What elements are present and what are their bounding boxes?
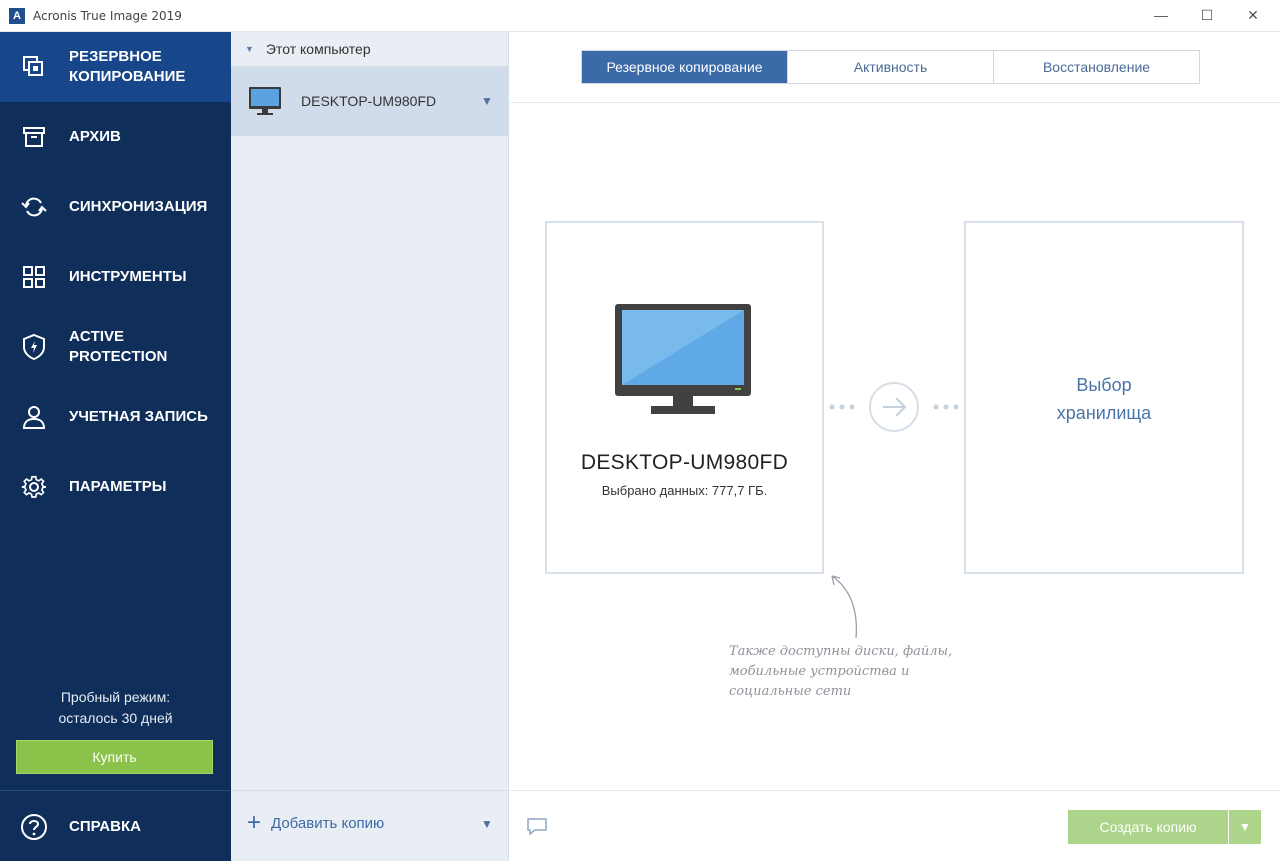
sidebar-item-label: PROTECTION <box>69 348 168 365</box>
sidebar-item-label: ИНСТРУМЕНТЫ <box>69 268 187 285</box>
backup-icon <box>20 53 48 81</box>
sync-icon <box>20 193 48 221</box>
gear-icon <box>20 473 48 501</box>
divider <box>0 790 231 791</box>
computer-name: DESKTOP-UM980FD <box>301 93 437 109</box>
backup-list-panel: ▼ Этот компьютер DESKTOP-UM980FD ▼ + Доб… <box>231 32 509 861</box>
trial-days: осталось 30 дней <box>58 710 173 726</box>
help-icon <box>20 813 48 841</box>
title-bar: A Acronis True Image 2019 — ☐ ✕ <box>0 0 1280 32</box>
sidebar-item-settings[interactable]: ПАРАМЕТРЫ <box>0 452 231 522</box>
tab-backup[interactable]: Резервное копирование <box>582 51 787 83</box>
sidebar-item-tools[interactable]: ИНСТРУМЕНТЫ <box>0 242 231 312</box>
divider <box>510 102 1280 103</box>
shield-icon <box>20 333 48 361</box>
window-title: Acronis True Image 2019 <box>33 8 182 23</box>
sidebar-item-backup[interactable]: РЕЗЕРВНОЕ КОПИРОВАНИЕ <box>0 32 231 102</box>
sidebar-item-sync[interactable]: СИНХРОНИЗАЦИЯ <box>0 172 231 242</box>
hint-line: Также доступны диски, файлы, <box>729 644 953 659</box>
main-content: Резервное копирование Активность Восстан… <box>510 32 1280 861</box>
sidebar-item-label: РЕЗЕРВНОЕ <box>69 48 162 65</box>
sidebar: РЕЗЕРВНОЕ КОПИРОВАНИЕ АРХИВ СИНХРОНИЗАЦИ… <box>0 32 231 861</box>
storage-label: хранилища <box>1056 403 1152 423</box>
sidebar-item-label: КОПИРОВАНИЕ <box>69 68 186 85</box>
desktop-computer-icon <box>613 302 753 425</box>
archive-icon <box>20 123 48 151</box>
group-header[interactable]: ▼ Этот компьютер <box>231 32 509 66</box>
sidebar-item-label: СПРАВКА <box>69 818 141 835</box>
create-backup-button[interactable]: Создать копию <box>1068 810 1228 844</box>
sidebar-item-label: СИНХРОНИЗАЦИЯ <box>69 198 208 215</box>
arrow-right-icon <box>829 382 959 432</box>
main-footer: Создать копию ▼ <box>510 790 1280 861</box>
source-computer-name: DESKTOP-UM980FD <box>580 451 789 474</box>
sidebar-item-label: АРХИВ <box>69 128 121 145</box>
sidebar-item-active-protection[interactable]: ACTIVE PROTECTION <box>0 312 231 382</box>
chat-icon[interactable] <box>526 817 548 842</box>
sidebar-item-label: ПАРАМЕТРЫ <box>69 478 167 495</box>
list-item[interactable]: DESKTOP-UM980FD ▼ <box>231 66 509 136</box>
add-backup-label: Добавить копию <box>271 814 385 832</box>
hint-line: мобильные устройства и <box>729 664 910 679</box>
curved-arrow-icon <box>831 575 858 639</box>
sidebar-item-help[interactable]: СПРАВКА <box>0 793 231 861</box>
triangle-down-icon: ▼ <box>245 44 254 54</box>
chevron-down-icon[interactable]: ▼ <box>481 94 493 108</box>
hint-text: Также доступны диски, файлы, мобильные у… <box>729 642 952 702</box>
group-title: Этот компьютер <box>265 41 371 57</box>
sidebar-item-account[interactable]: УЧЕТНАЯ ЗАПИСЬ <box>0 382 231 452</box>
trial-status: Пробный режим: осталось 30 дней <box>0 687 231 729</box>
plus-icon: + <box>247 809 262 836</box>
trial-line: Пробный режим: <box>60 689 171 705</box>
close-button[interactable]: ✕ <box>1230 0 1276 30</box>
list-footer: + Добавить копию ▼ <box>231 790 509 861</box>
storage-label: Выбор <box>1076 375 1132 395</box>
sidebar-item-label: УЧЕТНАЯ ЗАПИСЬ <box>69 408 208 425</box>
tools-icon <box>20 263 48 291</box>
backup-source-card[interactable]: DESKTOP-UM980FD Выбрано данных: 777,7 ГБ… <box>545 221 824 574</box>
tab-activity[interactable]: Активность <box>787 51 993 83</box>
add-backup-button[interactable]: + Добавить копию <box>247 809 385 836</box>
tab-recovery[interactable]: Восстановление <box>993 51 1199 83</box>
buy-button[interactable]: Купить <box>16 740 213 774</box>
select-storage-card[interactable]: Выбор хранилища <box>964 221 1244 574</box>
chevron-down-icon[interactable]: ▼ <box>1229 810 1261 844</box>
tab-bar: Резервное копирование Активность Восстан… <box>581 50 1200 84</box>
minimize-button[interactable]: — <box>1138 0 1184 30</box>
selected-data-size: Выбрано данных: 777,7 ГБ. <box>601 483 768 498</box>
account-icon <box>20 403 48 431</box>
maximize-button[interactable]: ☐ <box>1184 0 1230 30</box>
sidebar-item-archive[interactable]: АРХИВ <box>0 102 231 172</box>
chevron-down-icon[interactable]: ▼ <box>481 817 493 831</box>
sidebar-item-label: ACTIVE <box>69 328 125 345</box>
hint-line: социальные сети <box>729 684 852 699</box>
app-logo-icon: A <box>9 7 25 24</box>
monitor-icon <box>248 86 282 123</box>
